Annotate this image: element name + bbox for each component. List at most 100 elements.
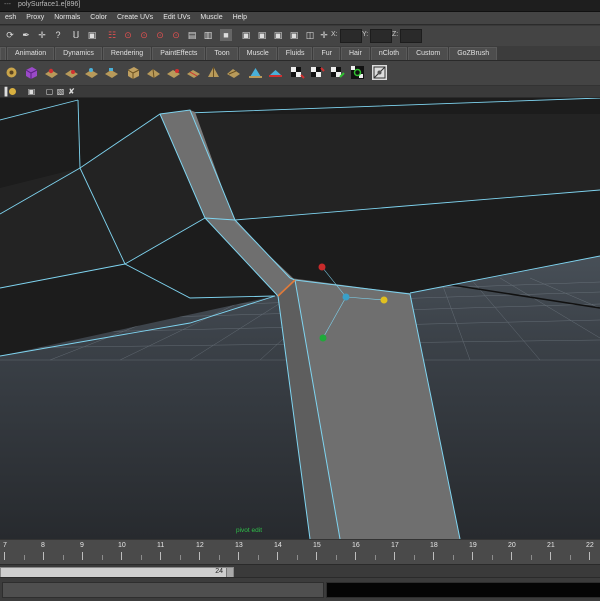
y-field[interactable] xyxy=(370,29,392,43)
crease-icon[interactable] xyxy=(186,65,201,80)
tab-custom[interactable]: Custom xyxy=(408,47,449,60)
construction-icon[interactable]: ▥ xyxy=(202,29,214,41)
render-icon[interactable]: ▣ xyxy=(240,29,252,41)
patch-icon[interactable] xyxy=(64,65,79,80)
tick-major xyxy=(589,552,590,560)
menu-mesh[interactable]: esh xyxy=(0,12,21,24)
isolate-select-icon[interactable]: ✘ xyxy=(67,87,76,96)
extrude-icon[interactable] xyxy=(248,65,263,80)
tick-minor xyxy=(531,555,532,560)
tab-dynamics[interactable]: Dynamics xyxy=(55,47,102,60)
shading-sphere-icon[interactable] xyxy=(8,87,17,96)
absolute-transform-icon[interactable]: ✛ xyxy=(318,29,330,41)
lasso-icon[interactable]: ⟳ xyxy=(4,29,16,41)
viewport[interactable]: pivot edit xyxy=(0,98,600,539)
tick-label: 17 xyxy=(391,542,399,549)
shelf xyxy=(0,61,600,86)
uv-layout-icon[interactable] xyxy=(372,65,387,80)
checker-green-icon[interactable] xyxy=(330,65,345,80)
wireframe-icon[interactable]: ▢ xyxy=(45,87,54,96)
snap-view-icon[interactable]: ⊙ xyxy=(154,29,166,41)
help-icon[interactable]: ? xyxy=(52,29,64,41)
cube-icon[interactable] xyxy=(24,65,39,80)
tab-toon[interactable]: Toon xyxy=(206,47,238,60)
tick-minor xyxy=(375,555,376,560)
menu-edit-uvs[interactable]: Edit UVs xyxy=(158,12,195,24)
tick-minor xyxy=(453,555,454,560)
plane-select-icon[interactable] xyxy=(84,65,99,80)
snap-curve-icon[interactable]: ⊙ xyxy=(122,29,134,41)
snap-grid-icon[interactable]: ☷ xyxy=(106,29,118,41)
joint-icon[interactable] xyxy=(4,65,19,80)
tick-label: 12 xyxy=(196,542,204,549)
time-slider[interactable]: 7 8 9 10 11 12 13 14 15 16 17 18 19 20 2… xyxy=(0,539,600,564)
tick-label: 13 xyxy=(235,542,243,549)
tab-animation[interactable]: Animation xyxy=(7,47,55,60)
menu-color[interactable]: Color xyxy=(85,12,112,24)
pivot-handle[interactable] xyxy=(342,293,350,301)
move-icon[interactable]: ✛ xyxy=(36,29,48,41)
x-field[interactable] xyxy=(340,29,362,43)
wedge-icon[interactable] xyxy=(268,65,283,80)
menu-help[interactable]: Help xyxy=(228,12,252,24)
split-icon[interactable] xyxy=(166,65,181,80)
tab-hair[interactable]: Hair xyxy=(340,47,370,60)
bevel-icon[interactable] xyxy=(226,65,241,80)
manip-label: pivot edit xyxy=(236,527,262,534)
tick-minor xyxy=(141,555,142,560)
lock-icon[interactable]: ▣ xyxy=(86,29,98,41)
z-label: Z: xyxy=(392,31,399,38)
tab-rendering[interactable]: Rendering xyxy=(102,47,152,60)
viewport-scene: pivot edit xyxy=(0,98,600,539)
snap-point-icon[interactable]: ⊙ xyxy=(138,29,150,41)
magnet-icon[interactable]: 𝕌 xyxy=(70,29,82,41)
tab-gozbrush[interactable]: GoZBrush xyxy=(449,47,498,60)
box-uv-icon[interactable] xyxy=(126,65,141,80)
xray-icon[interactable]: ▧ xyxy=(56,87,65,96)
select-camera-icon[interactable]: ▣ xyxy=(27,87,36,96)
tick-label: 16 xyxy=(352,542,360,549)
tab-painteffects[interactable]: PaintEffects xyxy=(152,47,206,60)
menu-muscle[interactable]: Muscle xyxy=(195,12,227,24)
checker-red-icon[interactable] xyxy=(310,65,325,80)
snap-live-icon[interactable]: ⊙ xyxy=(170,29,182,41)
panel-toolbar: ▐ ▣ ▢ ▧ ✘ xyxy=(0,86,600,98)
tick-major xyxy=(238,552,239,560)
tick-label: 10 xyxy=(118,542,126,549)
shelf-tabs: Animation Dynamics Rendering PaintEffect… xyxy=(0,46,600,61)
tick-major xyxy=(511,552,512,560)
range-handle[interactable] xyxy=(226,568,233,577)
tick-minor xyxy=(414,555,415,560)
plane-edit-icon[interactable] xyxy=(104,65,119,80)
tab-fur[interactable]: Fur xyxy=(313,47,340,60)
menu-normals[interactable]: Normals xyxy=(49,12,85,24)
tick-minor xyxy=(219,555,220,560)
menu-proxy[interactable]: Proxy xyxy=(21,12,49,24)
transform-mode-icon[interactable]: ◫ xyxy=(304,29,316,41)
axis-y-handle[interactable] xyxy=(319,334,327,342)
fold-icon[interactable] xyxy=(146,65,161,80)
menu-create-uvs[interactable]: Create UVs xyxy=(112,12,158,24)
tick-major xyxy=(4,552,5,560)
tab-shelf-first[interactable] xyxy=(0,47,6,60)
axis-z-handle[interactable] xyxy=(380,296,388,304)
deformer-icon[interactable] xyxy=(44,65,59,80)
paint-select-icon[interactable]: ✒ xyxy=(20,29,32,41)
command-input[interactable] xyxy=(2,582,324,598)
tick-label: 22 xyxy=(586,542,594,549)
pyramid-icon[interactable] xyxy=(206,65,221,80)
history-icon[interactable]: ▤ xyxy=(186,29,198,41)
hypershade-icon[interactable]: ▣ xyxy=(288,29,300,41)
z-field[interactable] xyxy=(400,29,422,43)
render-view-icon[interactable]: ■ xyxy=(220,29,232,41)
render-settings-icon[interactable]: ▣ xyxy=(272,29,284,41)
tab-muscle[interactable]: Muscle xyxy=(238,47,277,60)
tick-minor xyxy=(24,555,25,560)
checker-uv-icon[interactable] xyxy=(290,65,305,80)
ipr-render-icon[interactable]: ▣ xyxy=(256,29,268,41)
tab-ncloth[interactable]: nCloth xyxy=(370,47,408,60)
tab-fluids[interactable]: Fluids xyxy=(277,47,313,60)
axis-x-handle[interactable] xyxy=(318,263,326,271)
checker-ring-icon[interactable] xyxy=(350,65,365,80)
range-slider[interactable]: 24 xyxy=(0,564,600,578)
